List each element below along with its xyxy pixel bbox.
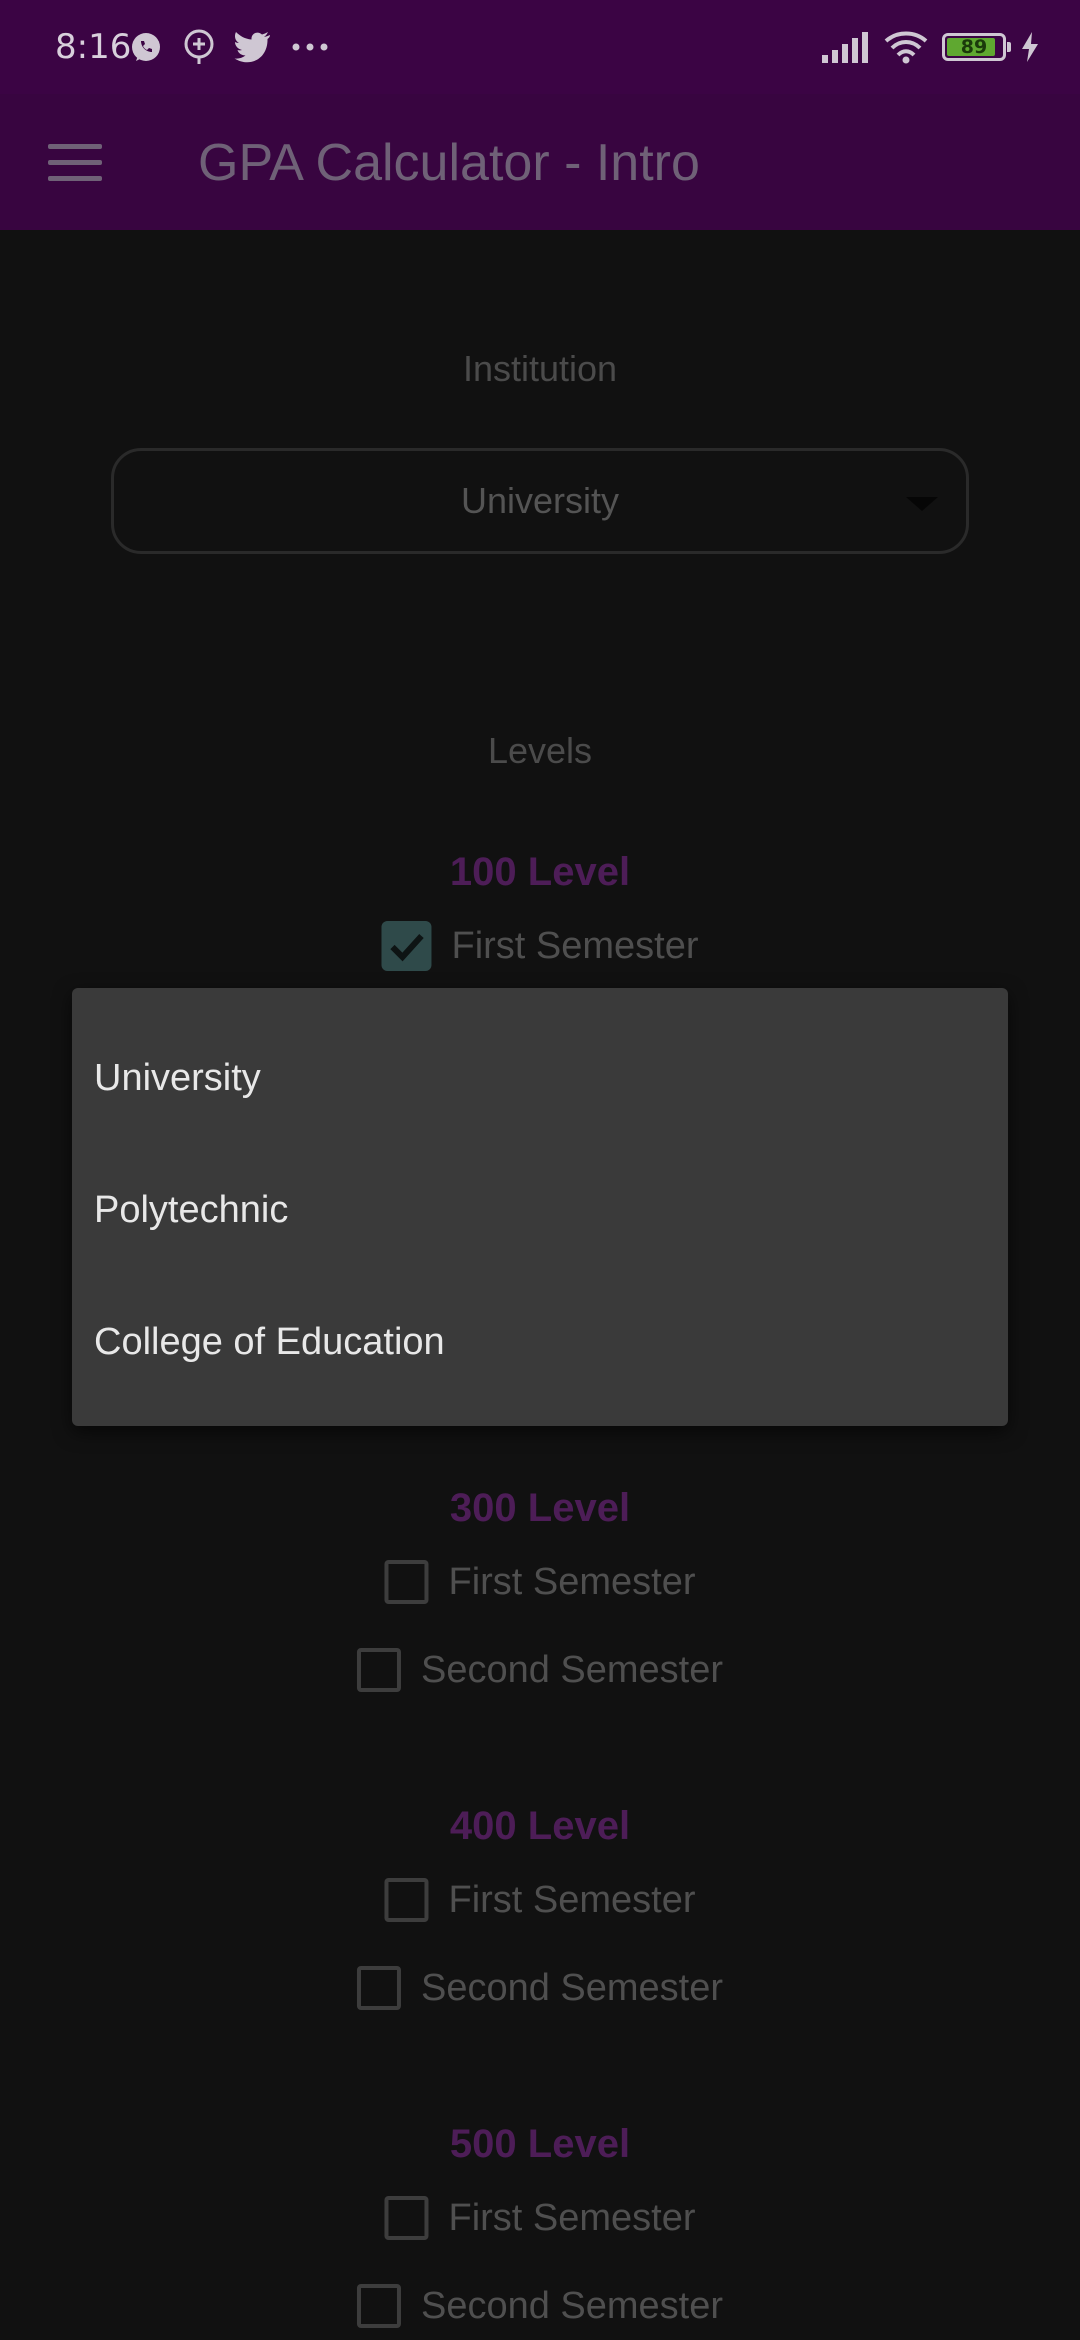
notification-icons [128,24,330,70]
checkbox[interactable] [356,2284,401,2328]
dropdown-caret-icon [906,497,938,511]
semester-option[interactable]: First Semester [0,2188,1080,2248]
dropdown-option-polytechnic[interactable]: Polytechnic [94,1180,288,1240]
checkmark-icon [390,933,424,962]
semester-option[interactable]: Second Semester [0,1958,1080,2018]
app-title: GPA Calculator - Intro [198,134,700,192]
semester-label: Second Semester [420,2284,724,2327]
levels-label: Levels [487,730,593,771]
charging-icon [1022,32,1038,62]
semester-label: First Semester [451,924,699,967]
more-dots-icon [292,43,328,51]
institution-select[interactable]: University [111,448,969,554]
semester-option[interactable]: Second Semester [0,2276,1080,2336]
semester-label: Second Semester [420,1648,724,1691]
app-bar: GPA Calculator - Intro [0,94,1080,230]
semester-option[interactable]: First Semester [0,1552,1080,1612]
semester-label: First Semester [448,1560,696,1603]
dropdown-option-college-of-education[interactable]: College of Education [94,1312,445,1372]
checkbox[interactable] [384,1878,429,1922]
status-bar: 8:16 89 [0,0,1080,94]
institution-label: Institution [462,348,618,389]
hamburger-menu-icon[interactable] [48,134,106,190]
wifi-icon [884,31,928,64]
semester-label: First Semester [448,1878,696,1921]
institution-dropdown-menu: University Polytechnic College of Educat… [72,988,1008,1426]
system-icons: 89 [820,24,1040,70]
semester-option[interactable]: First Semester [0,1870,1080,1930]
whatsapp-icon [132,33,160,61]
checkbox-checked[interactable] [381,921,432,971]
level-title: 400 Level [449,1804,631,1848]
semester-option[interactable]: First Semester [0,916,1080,976]
status-time: 8:16 [55,27,132,67]
battery-icon: 89 [942,33,1011,61]
institution-selected-value: University [460,480,620,521]
dropdown-option-university[interactable]: University [94,1048,261,1108]
level-title: 500 Level [449,2122,631,2166]
battery-percent: 89 [960,36,988,58]
level-title: 300 Level [449,1486,631,1530]
level-title: 100 Level [449,850,631,894]
twitter-icon [234,32,270,63]
semester-label: Second Semester [420,1966,724,2009]
checkbox[interactable] [356,1966,401,2010]
checkbox[interactable] [384,2196,429,2240]
checkbox[interactable] [384,1560,429,1604]
chat-plus-icon [184,29,214,64]
signal-icon [822,32,868,63]
checkbox[interactable] [356,1648,401,1692]
semester-label: First Semester [448,2196,696,2239]
semester-option[interactable]: Second Semester [0,1640,1080,1700]
